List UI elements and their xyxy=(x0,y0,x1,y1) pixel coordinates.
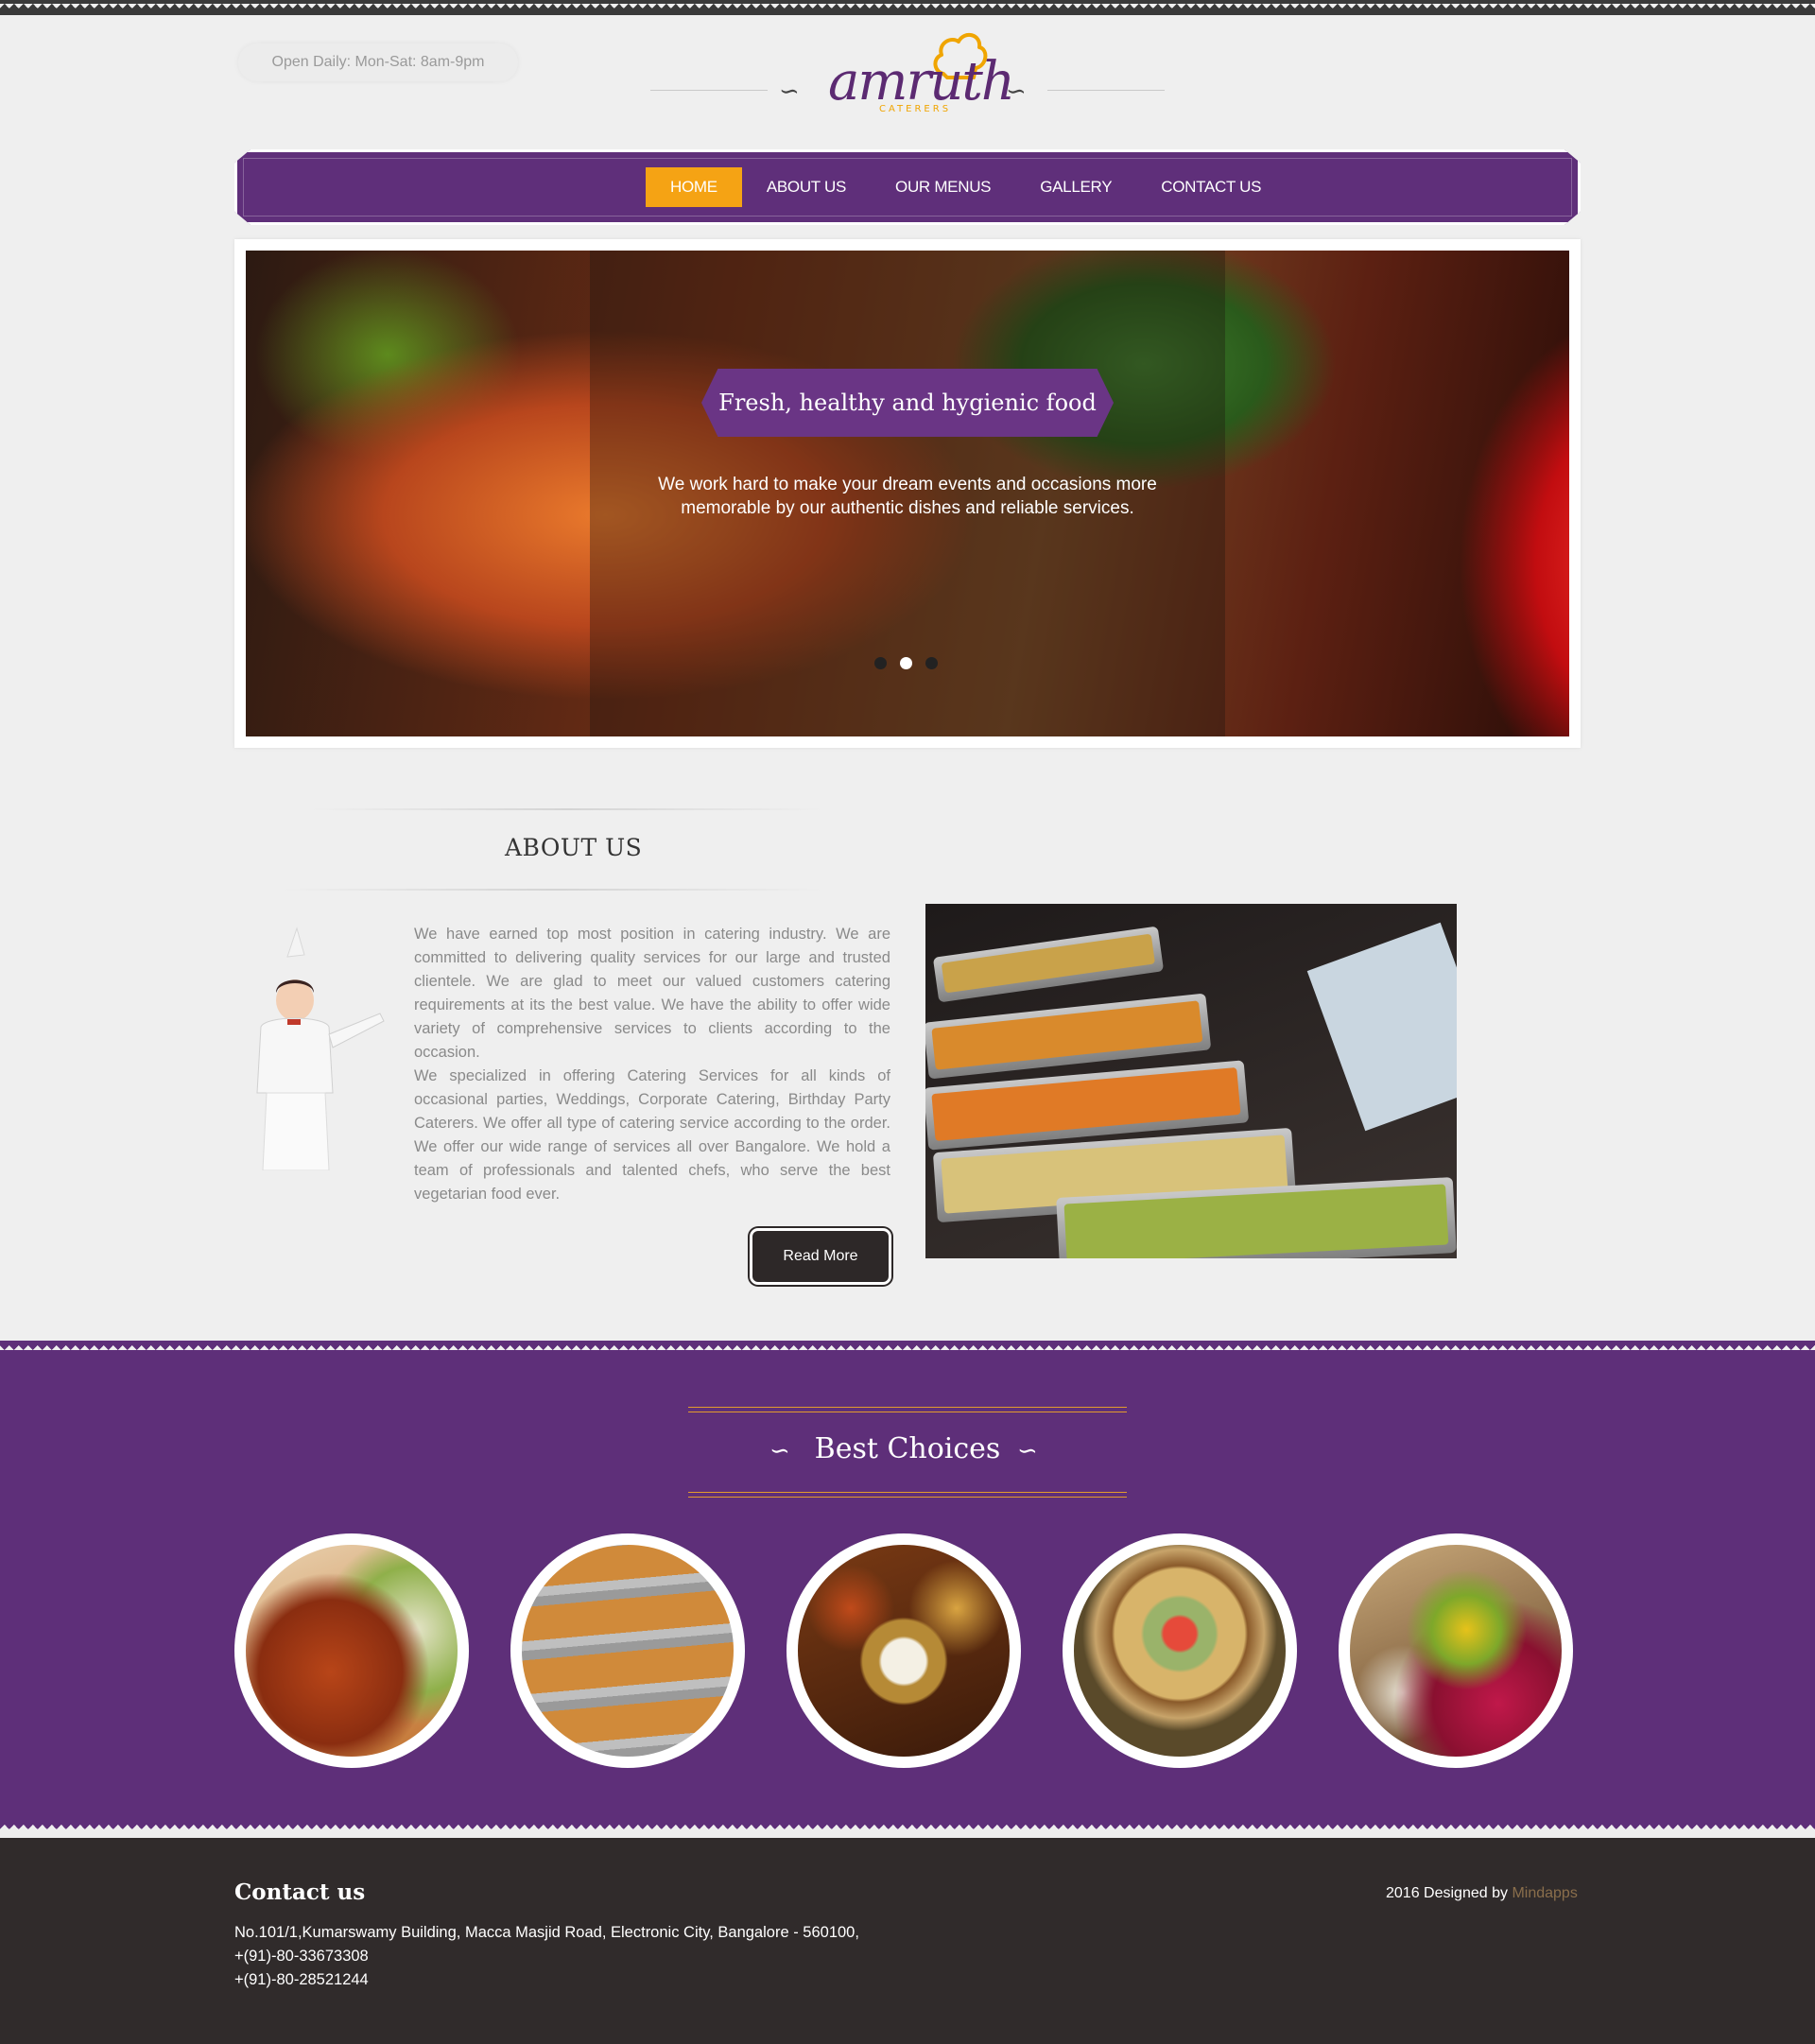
flourish-right-icon: ∽ xyxy=(1017,1437,1038,1465)
dish-image xyxy=(1074,1545,1286,1757)
opening-hours-badge: Open Daily: Mon-Sat: 8am-9pm xyxy=(238,43,518,81)
slider-dot-1[interactable] xyxy=(874,657,887,669)
best-choice-item-1[interactable] xyxy=(234,1533,469,1768)
top-zigzag-border xyxy=(0,0,1815,15)
about-rule-bottom xyxy=(284,889,822,891)
dish-image xyxy=(246,1545,458,1757)
footer-phone-1[interactable]: +(91)-80-33673308 xyxy=(234,1948,369,1966)
slider-dot-2[interactable] xyxy=(900,657,912,669)
credit-prefix: 2016 Designed by xyxy=(1386,1885,1512,1901)
footer-credit: 2016 Designed by Mindapps xyxy=(1386,1885,1578,1902)
logo-divider-left xyxy=(650,90,768,91)
dish-image xyxy=(522,1545,734,1757)
nav-item-contact-us[interactable]: CONTACT US xyxy=(1136,167,1286,207)
main-navigation-menu: HOME ABOUT US OUR MENUS GALLERY CONTACT … xyxy=(646,167,1286,207)
about-paragraph-1: We have earned top most position in cate… xyxy=(414,926,890,1061)
slider-pagination xyxy=(874,657,938,669)
logo-divider-right xyxy=(1047,90,1165,91)
best-choice-item-4[interactable] xyxy=(1063,1533,1297,1768)
footer-contact-heading: Contact us xyxy=(234,1879,366,1905)
slider-dot-3[interactable] xyxy=(925,657,938,669)
buffet-photo xyxy=(925,904,1457,1258)
server-sleeve xyxy=(1306,922,1457,1132)
site-logo[interactable]: amruth CATERERS xyxy=(824,26,1015,125)
dish-image xyxy=(798,1545,1010,1757)
best-choice-item-2[interactable] xyxy=(510,1533,745,1768)
nav-item-about-us[interactable]: ABOUT US xyxy=(742,167,871,207)
footer-address: No.101/1,Kumarswamy Building, Macca Masj… xyxy=(234,1924,859,1941)
nav-item-our-menus[interactable]: OUR MENUS xyxy=(871,167,1015,207)
logo-subtitle: CATERERS xyxy=(879,104,952,114)
about-heading: ABOUT US xyxy=(505,834,643,861)
best-choices-heading: Best Choices xyxy=(814,1432,1001,1465)
read-more-button[interactable]: Read More xyxy=(752,1231,889,1282)
footer-phone-2[interactable]: +(91)-80-28521244 xyxy=(234,1971,369,1989)
best-choice-item-3[interactable] xyxy=(786,1533,1021,1768)
nav-item-gallery[interactable]: GALLERY xyxy=(1015,167,1136,207)
flourish-left-icon: ∽ xyxy=(779,78,800,106)
slide-title: Fresh, healthy and hygienic food xyxy=(701,369,1114,437)
about-text: We have earned top most position in cate… xyxy=(414,923,890,1206)
buffet-tray xyxy=(932,926,1165,1003)
best-choices-rule-bottom xyxy=(688,1492,1127,1498)
chef-illustration xyxy=(256,927,385,1170)
best-choices-rule-top xyxy=(688,1407,1127,1412)
slide-description: We work hard to make your dream events a… xyxy=(658,475,1157,518)
nav-item-home[interactable]: HOME xyxy=(646,167,742,207)
flourish-left-icon: ∽ xyxy=(769,1437,790,1465)
best-choice-item-5[interactable] xyxy=(1339,1533,1573,1768)
about-paragraph-2: We specialized in offering Catering Serv… xyxy=(414,1067,890,1203)
about-rule-top xyxy=(312,808,822,810)
purple-zigzag-bottom xyxy=(0,1825,1815,1838)
purple-zigzag-top xyxy=(0,1341,1815,1352)
credit-link[interactable]: Mindapps xyxy=(1512,1885,1577,1901)
dish-image xyxy=(1350,1545,1562,1757)
